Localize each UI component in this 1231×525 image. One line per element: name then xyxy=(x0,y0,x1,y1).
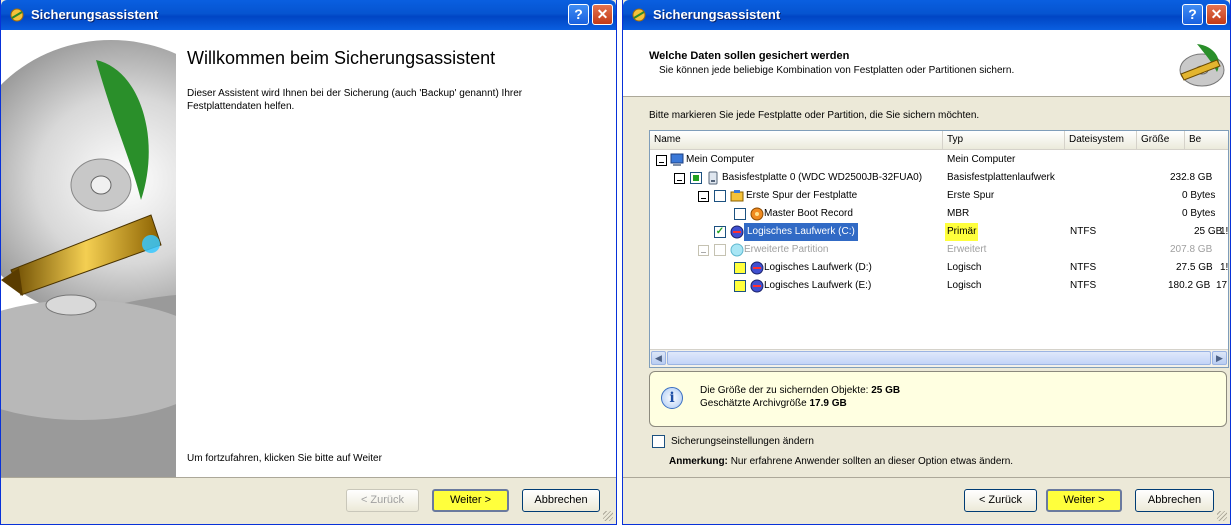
tree-row-mbr[interactable]: Master Boot Record MBR 0 Bytes xyxy=(650,205,1228,223)
column-header-name[interactable]: Name xyxy=(650,131,943,150)
help-button[interactable]: ? xyxy=(568,4,589,25)
collapse-icon[interactable] xyxy=(674,173,685,184)
column-header-type[interactable]: Typ xyxy=(943,131,1065,150)
size-value: 25 GB xyxy=(871,385,901,396)
settings-checkbox[interactable] xyxy=(652,435,665,448)
collapse-icon[interactable] xyxy=(698,191,709,202)
computer-icon xyxy=(670,153,684,166)
type-highlight: Primär xyxy=(945,223,979,241)
tree-row-drive-e[interactable]: Logisches Laufwerk (E:) Logisch NTFS 180… xyxy=(650,277,1228,295)
settings-checkbox-label[interactable]: Sicherungseinstellungen ändern xyxy=(671,436,814,447)
scroll-thumb[interactable] xyxy=(667,351,1211,365)
checkbox[interactable] xyxy=(734,208,746,220)
close-button[interactable]: ✕ xyxy=(592,4,613,25)
window-title: Sicherungsassistent xyxy=(31,7,159,22)
continue-hint: Um fortzufahren, klicken Sie bitte auf W… xyxy=(187,453,382,464)
close-button[interactable]: ✕ xyxy=(1206,4,1227,25)
info-icon: i xyxy=(661,387,683,409)
collapse-icon[interactable] xyxy=(656,155,667,166)
tree-row-first-track[interactable]: Erste Spur der Festplatte Erste Spur 0 B… xyxy=(650,187,1228,205)
disk-drive-icon xyxy=(708,171,718,185)
extended-partition-icon xyxy=(730,243,744,257)
scroll-right-icon[interactable]: ▶ xyxy=(1212,351,1227,365)
page-description: Dieser Assistent wird Ihnen bei der Sich… xyxy=(187,88,523,112)
next-button[interactable]: Weiter > xyxy=(1046,489,1122,512)
button-bar: < Zurück Weiter > Abbrechen xyxy=(1,477,616,524)
header-title: Welche Daten sollen gesichert werden xyxy=(649,50,850,62)
wizard-side-image xyxy=(1,30,176,479)
mbr-icon xyxy=(750,207,764,221)
title-bar[interactable]: Sicherungsassistent ? ✕ xyxy=(623,0,1230,30)
checkbox-highlighted[interactable] xyxy=(734,280,746,292)
archive-value: 17.9 GB xyxy=(809,398,847,409)
note-body: Nur erfahrene Anwender sollten an dieser… xyxy=(730,456,1014,467)
cancel-button[interactable]: Abbrechen xyxy=(522,489,600,512)
tree-row-my-computer[interactable]: Mein Computer Mein Computer xyxy=(650,151,1228,169)
resize-grip-icon[interactable] xyxy=(603,511,613,521)
wizard-app-icon xyxy=(632,8,646,22)
page-title: Willkommen beim Sicherungsassistent xyxy=(187,48,496,68)
horizontal-scrollbar[interactable]: ◀ ▶ xyxy=(650,349,1228,367)
tree-row-drive-d[interactable]: Logisches Laufwerk (D:) Logisch NTFS 27.… xyxy=(650,259,1228,277)
tree-row-drive-c[interactable]: ✓ Logisches Laufwerk (C:) Primär NTFS 25… xyxy=(650,223,1228,241)
size-info-panel: i Die Größe der zu sichernden Objekte: 2… xyxy=(649,371,1227,427)
note-label: Anmerkung: xyxy=(669,456,728,467)
column-header-size[interactable]: Größe xyxy=(1137,131,1185,150)
checkbox[interactable] xyxy=(714,190,726,202)
wizard-window-welcome: Sicherungsassistent ? ✕ Willkommen beim … xyxy=(0,0,617,525)
checkbox-partial[interactable] xyxy=(690,172,702,184)
back-button[interactable]: < Zurück xyxy=(964,489,1037,512)
checkbox-checked[interactable]: ✓ xyxy=(714,226,726,238)
wizard-header: Welche Daten sollen gesichert werden Sie… xyxy=(623,30,1230,97)
title-bar[interactable]: Sicherungsassistent ? ✕ xyxy=(1,0,616,30)
partition-icon xyxy=(730,225,744,239)
hard-disk-icon xyxy=(1179,44,1225,87)
cancel-button[interactable]: Abbrechen xyxy=(1135,489,1214,512)
checkbox[interactable] xyxy=(714,244,726,256)
resize-grip-icon[interactable] xyxy=(1217,511,1227,521)
archive-label: Geschätzte Archivgröße xyxy=(700,398,807,409)
column-header-extra[interactable]: Be xyxy=(1185,131,1228,150)
partition-icon xyxy=(750,279,764,293)
scroll-left-icon[interactable]: ◀ xyxy=(651,351,666,365)
wizard-app-icon xyxy=(10,8,24,22)
wizard-window-select-data: Sicherungsassistent ? ✕ Welche Daten sol… xyxy=(622,0,1231,525)
tree-row-basic-disk[interactable]: Basisfestplatte 0 (WDC WD2500JB-32FUA0) … xyxy=(650,169,1228,187)
back-button[interactable]: < Zurück xyxy=(346,489,419,512)
next-button[interactable]: Weiter > xyxy=(432,489,509,512)
size-label: Die Größe der zu sichernden Objekte: xyxy=(700,385,869,396)
partition-icon xyxy=(750,261,764,275)
button-bar: < Zurück Weiter > Abbrechen xyxy=(623,477,1230,524)
checkbox-highlighted[interactable] xyxy=(734,262,746,274)
column-header-filesystem[interactable]: Dateisystem xyxy=(1065,131,1137,150)
instruction-text: Bitte markieren Sie jede Festplatte oder… xyxy=(649,110,980,121)
track-icon xyxy=(730,190,744,202)
collapse-icon[interactable] xyxy=(698,245,709,256)
hard-disk-illustration xyxy=(1,30,176,479)
window-title: Sicherungsassistent xyxy=(653,7,781,22)
help-button[interactable]: ? xyxy=(1182,4,1203,25)
wizard-content: Willkommen beim Sicherungsassistent Dies… xyxy=(176,30,616,479)
header-subtitle: Sie können jede beliebige Kombination vo… xyxy=(659,65,1015,76)
disk-tree-view[interactable]: Name Typ Dateisystem Größe Be Mein Compu… xyxy=(649,130,1229,368)
tree-row-extended-partition[interactable]: Erweiterte Partition Erweitert 207.8 GB xyxy=(650,241,1228,259)
note-text: Anmerkung: Nur erfahrene Anwender sollte… xyxy=(669,456,1013,467)
